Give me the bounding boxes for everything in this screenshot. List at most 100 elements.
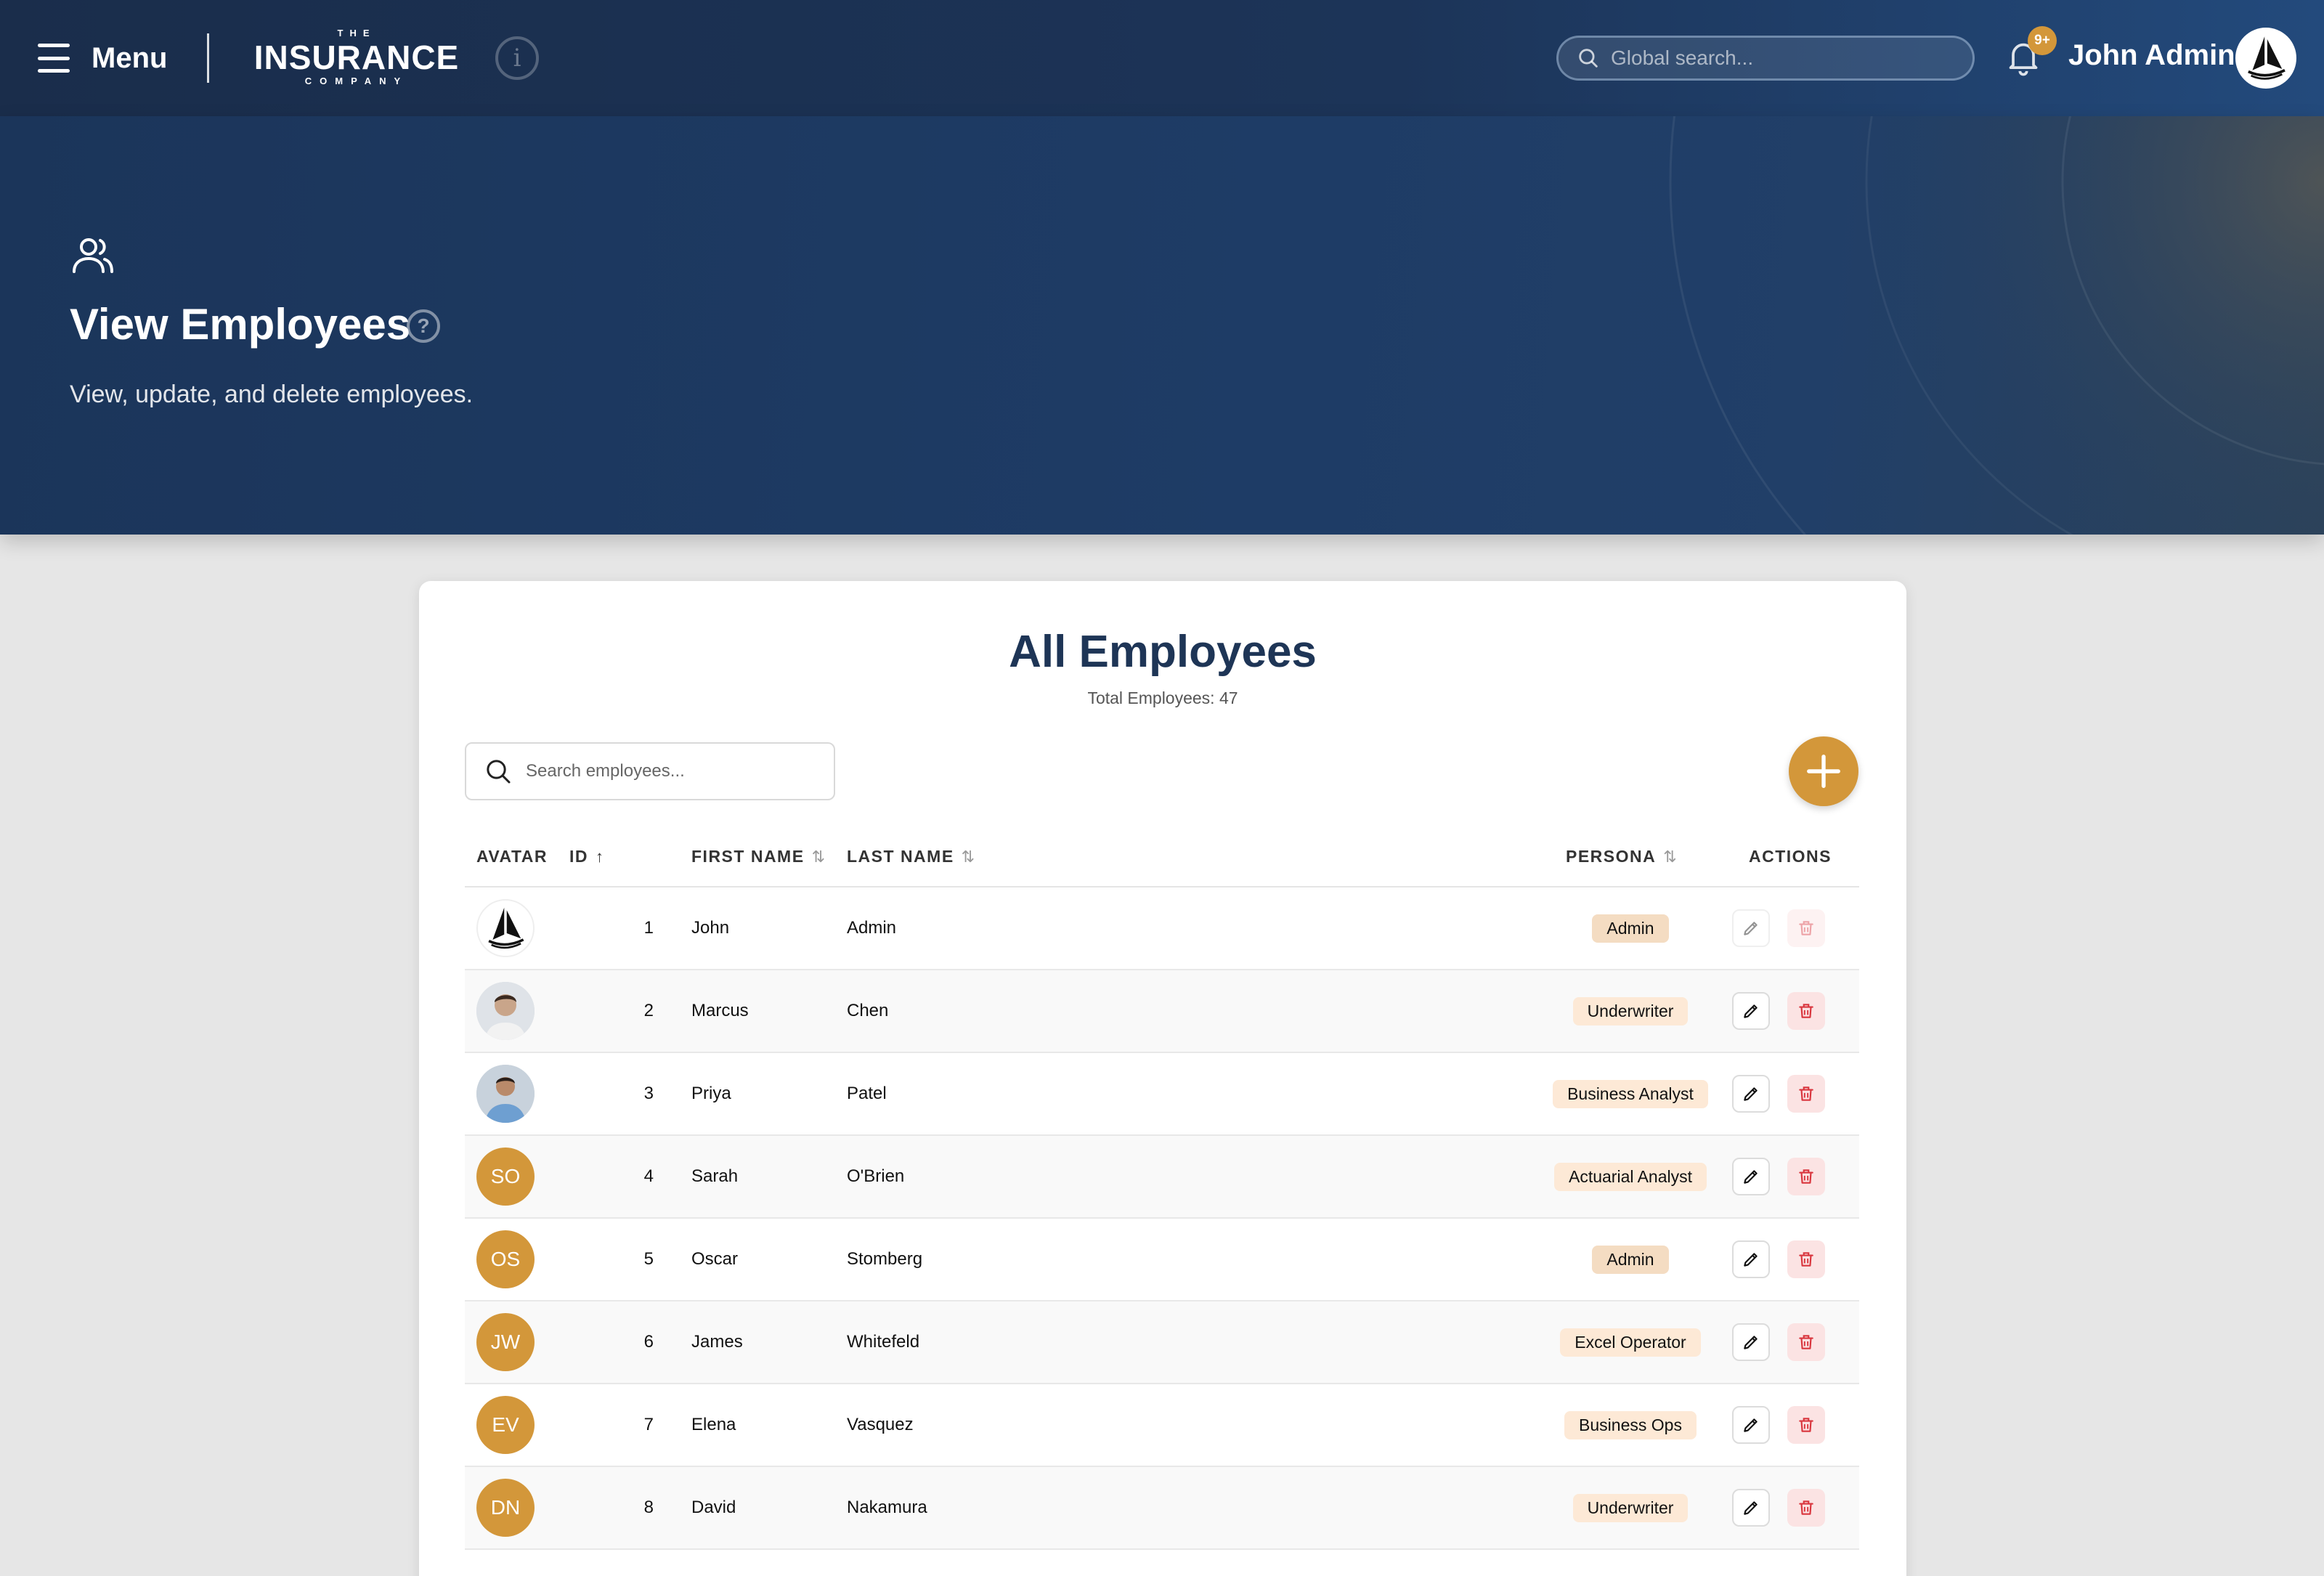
menu-button[interactable]: Menu — [38, 35, 167, 81]
trash-icon — [1799, 1500, 1813, 1515]
edit-icon — [1744, 1418, 1758, 1432]
global-search[interactable] — [1556, 36, 1975, 81]
avatar-cell: EV — [476, 1384, 535, 1466]
table-row[interactable]: SO 4 Sarah O'Brien Actuarial Analyst — [465, 1136, 1859, 1219]
actions-cell — [1732, 1053, 1825, 1134]
table-body: 1 John Admin Admin 2 Marcus Chen Underwriter 3 Pr… — [465, 887, 1859, 1550]
user-avatar[interactable] — [2235, 28, 2296, 89]
col-first-name[interactable]: FIRST NAME ⇅ — [691, 847, 825, 866]
last-name-cell: Admin — [847, 918, 897, 938]
help-icon[interactable]: ? — [407, 309, 440, 343]
avatar: JW — [476, 1313, 535, 1371]
avatar — [476, 982, 535, 1040]
trash-icon — [1799, 1169, 1813, 1184]
edit-icon — [1744, 1087, 1758, 1101]
edit-button[interactable] — [1732, 1406, 1770, 1444]
edit-button[interactable] — [1732, 992, 1770, 1030]
avatar-cell: DN — [476, 1467, 535, 1548]
delete-button[interactable] — [1787, 909, 1825, 947]
id-cell: 3 — [643, 1084, 654, 1103]
table-row[interactable]: 2 Marcus Chen Underwriter — [465, 970, 1859, 1053]
actions-cell — [1732, 1219, 1825, 1300]
avatar-initials: DN — [490, 1496, 521, 1519]
top-navigation-bar: Menu THE INSURANCE COMPANY i 9+ John Adm… — [0, 0, 2324, 116]
id-cell: 4 — [643, 1166, 654, 1186]
header-divider — [207, 33, 209, 83]
trash-icon — [1799, 1252, 1813, 1267]
trash-icon — [1799, 1086, 1813, 1101]
edit-button[interactable] — [1732, 1075, 1770, 1113]
delete-button[interactable] — [1787, 1406, 1825, 1444]
delete-button[interactable] — [1787, 1323, 1825, 1361]
employees-card: All Employees Total Employees: 47 AVATAR… — [419, 581, 1906, 1576]
global-search-input[interactable] — [1611, 46, 1959, 70]
employee-search-input[interactable] — [526, 761, 831, 781]
col-id[interactable]: ID ↑ — [569, 847, 604, 866]
company-logo[interactable]: THE INSURANCE COMPANY — [251, 28, 462, 89]
edit-button[interactable] — [1732, 1158, 1770, 1195]
actions-cell — [1732, 1136, 1825, 1217]
table-row[interactable]: OS 5 Oscar Stomberg Admin — [465, 1219, 1859, 1301]
table-row[interactable]: EV 7 Elena Vasquez Business Ops — [465, 1384, 1859, 1467]
edit-icon — [1744, 1004, 1758, 1018]
user-name[interactable]: John Admin — [2068, 39, 2235, 72]
edit-button[interactable] — [1732, 1323, 1770, 1361]
delete-button[interactable] — [1787, 1240, 1825, 1278]
page-hero: View Employees ? View, update, and delet… — [0, 116, 2324, 535]
info-icon[interactable]: i — [495, 36, 539, 80]
actions-cell — [1732, 1467, 1825, 1548]
persona-badge: Business Ops — [1564, 1410, 1697, 1439]
id-cell: 8 — [643, 1498, 654, 1517]
avatar: DN — [476, 1479, 535, 1537]
edit-icon — [1744, 1336, 1758, 1349]
table-row[interactable]: 3 Priya Patel Business Analyst — [465, 1053, 1859, 1136]
logo-company: COMPANY — [304, 76, 409, 86]
persona-badge: Actuarial Analyst — [1553, 1162, 1707, 1191]
sail-logo-icon — [2238, 31, 2293, 86]
first-name-cell: Sarah — [691, 1166, 739, 1186]
edit-button[interactable] — [1732, 909, 1770, 947]
last-name-cell: Stomberg — [847, 1249, 923, 1269]
first-name-cell: Elena — [691, 1415, 736, 1434]
last-name-cell: Whitefeld — [847, 1332, 920, 1352]
delete-button[interactable] — [1787, 1075, 1825, 1113]
persona-cell: Underwriter — [1540, 970, 1721, 1052]
first-name-cell: Priya — [691, 1084, 731, 1103]
col-actions: ACTIONS — [1749, 847, 1832, 866]
table-row[interactable]: 1 John Admin Admin — [465, 887, 1859, 970]
delete-button[interactable] — [1787, 1489, 1825, 1527]
table-row[interactable]: DN 8 David Nakamura Underwriter — [465, 1467, 1859, 1550]
delete-button[interactable] — [1787, 992, 1825, 1030]
edit-button[interactable] — [1732, 1240, 1770, 1278]
person-photo-icon — [476, 982, 535, 1040]
avatar: EV — [476, 1396, 535, 1454]
page-subtitle: View, update, and delete employees. — [70, 381, 474, 408]
avatar-initials: EV — [492, 1413, 519, 1436]
trash-icon — [1799, 1418, 1813, 1432]
persona-badge: Admin — [1592, 914, 1669, 943]
delete-button[interactable] — [1787, 1158, 1825, 1195]
logo-the: THE — [337, 28, 376, 38]
col-last-name[interactable]: LAST NAME ⇅ — [847, 847, 975, 866]
table-row[interactable]: JW 6 James Whitefeld Excel Operator — [465, 1301, 1859, 1384]
edit-icon — [1744, 1501, 1758, 1515]
id-cell: 6 — [643, 1332, 654, 1352]
add-employee-button[interactable] — [1789, 736, 1858, 806]
sort-icon: ⇅ — [961, 847, 975, 866]
avatar-initials: SO — [490, 1165, 521, 1187]
col-persona[interactable]: PERSONA ⇅ — [1566, 847, 1677, 866]
menu-icon — [38, 44, 70, 73]
persona-cell: Business Ops — [1540, 1384, 1721, 1466]
avatar-cell: JW — [476, 1301, 535, 1383]
employee-search[interactable] — [465, 742, 835, 800]
employees-table: AVATAR ID ↑ FIRST NAME ⇅ LAST NAME ⇅ PERSON… — [465, 826, 1859, 1550]
avatar-cell — [476, 970, 535, 1052]
edit-button[interactable] — [1732, 1489, 1770, 1527]
users-icon — [70, 232, 116, 279]
edit-icon — [1744, 922, 1758, 935]
first-name-cell: James — [691, 1332, 743, 1352]
edit-icon — [1744, 1170, 1758, 1184]
person-photo-icon — [476, 1065, 535, 1123]
id-cell: 7 — [643, 1415, 654, 1434]
first-name-cell: Oscar — [691, 1249, 739, 1269]
